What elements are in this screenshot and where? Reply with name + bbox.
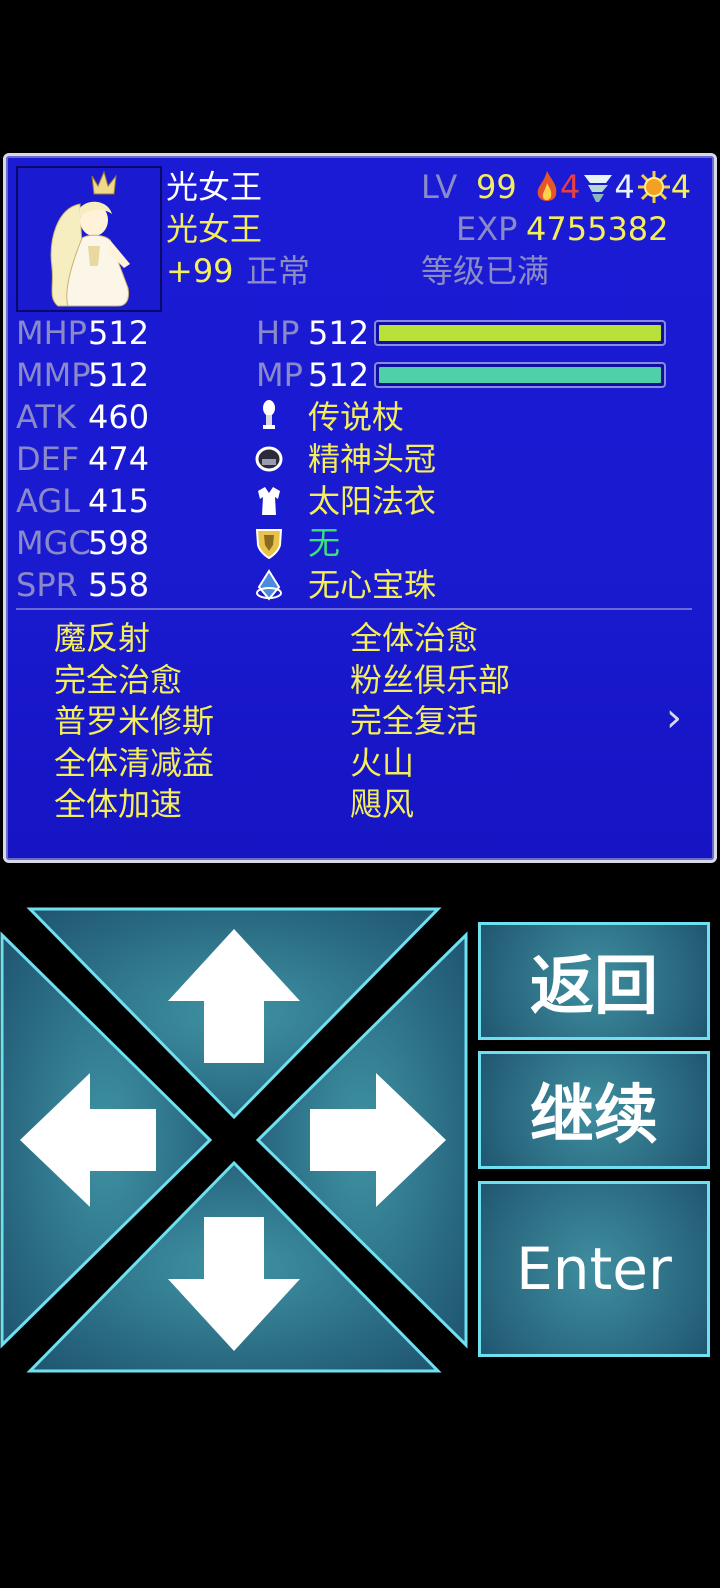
- equipment-name[interactable]: 传说杖: [308, 397, 404, 437]
- enter-button[interactable]: Enter: [478, 1181, 710, 1357]
- stat-label-mgc: MGC: [16, 524, 91, 562]
- stat-value-mhp: 512: [88, 314, 150, 352]
- character-portrait: [16, 166, 162, 312]
- sun-icon: [637, 171, 670, 203]
- character-class: 光女王: [166, 210, 263, 248]
- next-page-arrow[interactable]: ›: [666, 698, 682, 738]
- skill-item[interactable]: 全体加速: [54, 784, 182, 824]
- mp-bar: [374, 362, 666, 388]
- skill-item[interactable]: 完全复活: [350, 701, 478, 741]
- stat-label-mmp: MMP: [16, 356, 91, 394]
- stat-value-atk: 460: [88, 398, 150, 436]
- robe-icon: [254, 483, 284, 519]
- skill-item[interactable]: 全体清减益: [54, 743, 214, 783]
- shield-icon: [254, 525, 284, 561]
- stat-value-def: 474: [88, 440, 150, 478]
- skill-item[interactable]: 火山: [350, 743, 414, 783]
- helmet-icon: [254, 441, 284, 477]
- mp-value: 512: [308, 356, 370, 394]
- skill-item[interactable]: 飓风: [350, 784, 414, 824]
- hp-value: 512: [308, 314, 370, 352]
- orb-icon: [254, 567, 284, 603]
- hp-bar: [374, 320, 666, 346]
- lv-value: 99: [476, 168, 517, 206]
- stat-value-mgc: 598: [88, 524, 150, 562]
- back-button[interactable]: 返回: [478, 922, 710, 1040]
- skill-item[interactable]: 普罗米修斯: [54, 701, 214, 741]
- queen-sprite-icon: [50, 170, 130, 307]
- equipment-name[interactable]: 太阳法衣: [308, 481, 436, 521]
- dpad[interactable]: [0, 905, 470, 1375]
- stat-label-mhp: MHP: [16, 314, 87, 352]
- exp-value: 4755382: [526, 210, 669, 248]
- element-counts: 4 4 4: [534, 167, 691, 207]
- stat-value-mmp: 512: [88, 356, 150, 394]
- hp-bar-fill: [379, 325, 661, 341]
- skill-item[interactable]: 魔反射: [54, 618, 150, 658]
- fire-count: 4: [560, 168, 581, 206]
- stat-label-agl: AGL: [16, 482, 80, 520]
- divider: [16, 608, 692, 610]
- hp-label: HP: [256, 314, 300, 352]
- level-note: 等级已满: [421, 252, 550, 290]
- stat-label-def: DEF: [16, 440, 80, 478]
- staff-icon: [254, 399, 284, 435]
- mp-label: MP: [256, 356, 303, 394]
- stat-label-spr: SPR: [16, 566, 78, 604]
- stat-value-spr: 558: [88, 566, 150, 604]
- mp-bar-fill: [379, 367, 661, 383]
- exp-label: EXP: [456, 210, 518, 248]
- skill-item[interactable]: 全体治愈: [350, 618, 478, 658]
- equipment-name[interactable]: 无心宝珠: [308, 565, 436, 605]
- wind-icon: [584, 175, 613, 202]
- equipment-name[interactable]: 精神头冠: [308, 439, 436, 479]
- stat-label-atk: ATK: [16, 398, 76, 436]
- equipment-name[interactable]: 无: [308, 523, 340, 563]
- character-bonus: +99: [166, 252, 234, 290]
- status-panel: 光女王 光女王 +99 正常 LV 99 4 4 4 EXP 4755382 等…: [3, 153, 717, 863]
- skill-item[interactable]: 粉丝俱乐部: [350, 660, 510, 700]
- character-status: 正常: [246, 252, 311, 290]
- stat-value-agl: 415: [88, 482, 150, 520]
- character-name: 光女王: [166, 168, 263, 206]
- sun-count: 4: [670, 168, 692, 206]
- continue-button[interactable]: 继续: [478, 1051, 710, 1169]
- fire-icon: [537, 171, 557, 201]
- skill-item[interactable]: 完全治愈: [54, 660, 182, 700]
- lv-label: LV: [421, 168, 458, 206]
- wind-count: 4: [614, 168, 635, 206]
